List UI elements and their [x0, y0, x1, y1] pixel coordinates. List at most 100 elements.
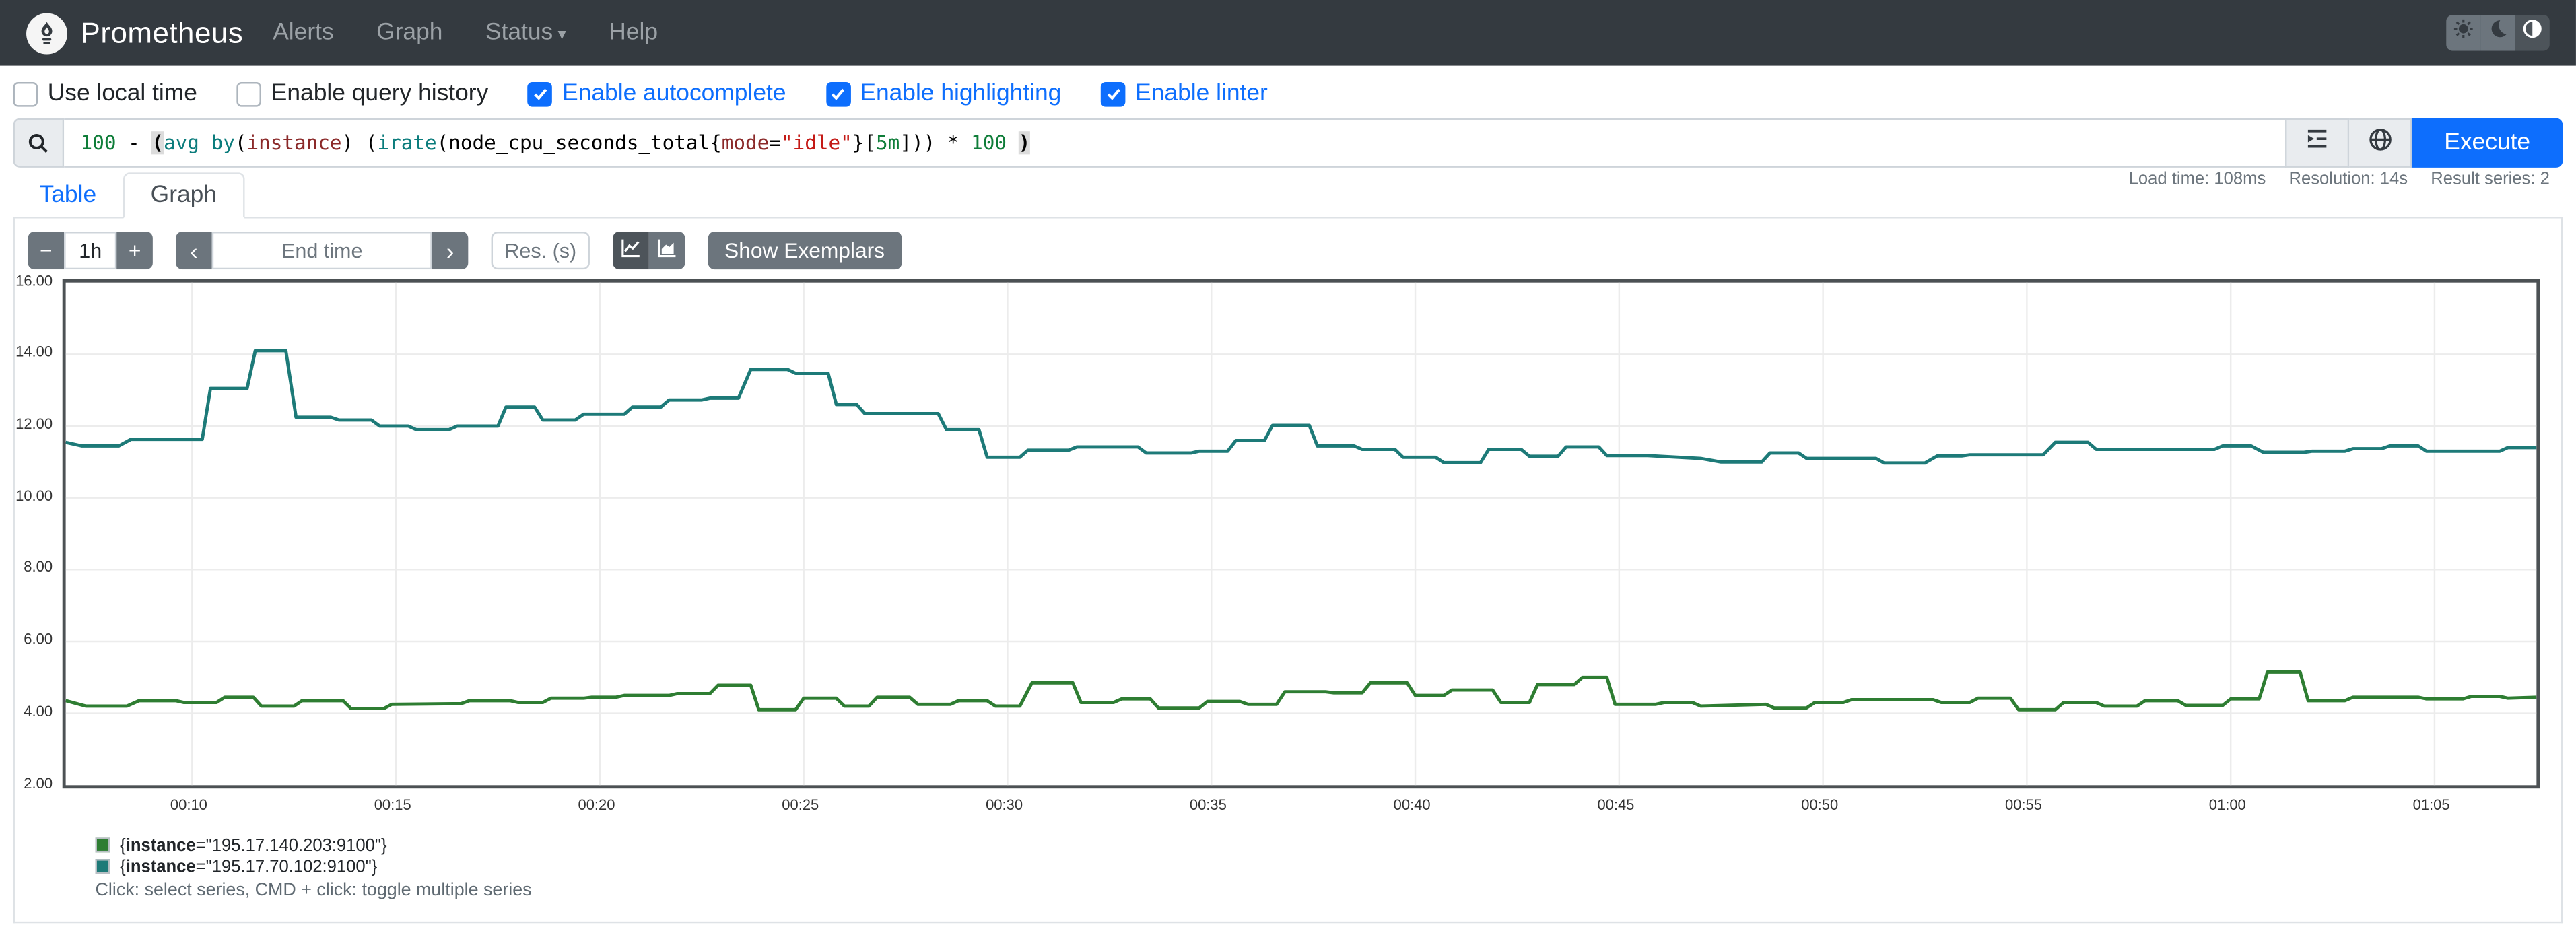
query-token: - [116, 131, 152, 155]
legend-item[interactable]: {instance="195.17.140.203:9100"} [95, 835, 387, 856]
y-tick-label: 10.00 [15, 487, 53, 504]
y-tick-label: 14.00 [15, 343, 53, 360]
prometheus-torch-icon [26, 12, 68, 54]
nav-item-graph[interactable]: Graph [376, 20, 442, 46]
option-enable-autocomplete[interactable]: Enable autocomplete [527, 81, 786, 107]
query-token: instance [246, 131, 342, 155]
nav-item-status[interactable]: Status ▾ [485, 20, 566, 46]
query-token: ( [151, 131, 164, 155]
series-line[interactable] [65, 349, 2537, 465]
prometheus-app: Prometheus Alerts Graph Status ▾ Help Use lo… [0, 0, 2576, 933]
brand[interactable]: Prometheus [26, 12, 244, 54]
checkbox-checked-icon[interactable] [825, 81, 850, 106]
query-token: [ [864, 131, 877, 155]
query-token: "idle" [780, 131, 852, 155]
sun-icon [2453, 18, 2474, 48]
query-token: by [211, 131, 235, 155]
x-tick-label: 01:05 [2412, 796, 2450, 813]
x-tick-label: 00:20 [578, 796, 615, 813]
moon-icon [2487, 18, 2509, 48]
query-token: = [769, 131, 781, 155]
x-tick-label: 00:10 [170, 796, 207, 813]
checkbox-unchecked-icon[interactable] [13, 81, 38, 106]
series-label: {instance="195.17.70.102:9100"} [120, 856, 378, 876]
y-tick-label: 8.00 [24, 559, 53, 576]
x-tick-label: 00:55 [2005, 796, 2042, 813]
graph-panel: − 1h + ‹ End time › Res. (s) Show Exempl… [13, 218, 2563, 924]
nav-links: Alerts Graph Status ▾ Help [273, 20, 658, 46]
x-tick-label: 00:30 [986, 796, 1023, 813]
legend-item[interactable]: {instance="195.17.70.102:9100"} [95, 856, 387, 877]
query-token: irate [377, 131, 437, 155]
x-tick-label: 01:00 [2208, 796, 2246, 813]
legend-hint: Click: select series, CMD + click: toggl… [95, 880, 532, 901]
format-expression-icon [2305, 127, 2330, 160]
option-enable-linter[interactable]: Enable linter [1100, 80, 1268, 107]
execute-button[interactable]: Execute [2411, 118, 2563, 168]
globe-icon [2367, 126, 2393, 160]
x-tick-label: 00:50 [1801, 796, 1839, 813]
query-token: node_cpu_seconds_total [448, 131, 710, 155]
options-row: Use local time Enable query history Enable… [13, 74, 1268, 114]
option-label: Enable highlighting [860, 80, 1062, 107]
query-token: ( [234, 131, 247, 155]
x-tick-label: 00:45 [1597, 796, 1635, 813]
x-tick-label: 00:25 [782, 796, 819, 813]
query-token [1007, 131, 1019, 154]
sun-theme-button[interactable] [2446, 14, 2481, 51]
query-token: ) ( [341, 131, 378, 155]
navbar: Prometheus Alerts Graph Status ▾ Help [0, 0, 2576, 66]
format-expression-button[interactable] [2286, 118, 2350, 168]
option-label: Enable linter [1135, 80, 1268, 107]
query-token: avg [164, 131, 199, 155]
query-token: 100 [971, 131, 1007, 155]
moon-theme-button[interactable] [2480, 14, 2515, 51]
series-swatch-icon [95, 859, 110, 874]
circle-half-theme-button[interactable] [2515, 14, 2550, 51]
chevron-down-icon: ▾ [557, 26, 566, 44]
query-token: ( [436, 131, 449, 155]
option-label: Enable query history [271, 80, 489, 107]
checkbox-checked-icon[interactable] [1100, 81, 1126, 106]
option-enable-query-history[interactable]: Enable query history [236, 80, 489, 107]
y-tick-label: 4.00 [24, 702, 53, 720]
query-token [199, 131, 211, 154]
y-tick-label: 2.00 [24, 774, 53, 791]
y-tick-label: 16.00 [15, 271, 53, 289]
x-tick-label: 00:15 [374, 796, 411, 813]
series-swatch-icon [95, 837, 110, 853]
query-bar: 100 - (avg by(instance) (irate(node_cpu_… [13, 118, 2563, 168]
y-tick-label: 6.00 [24, 631, 53, 648]
query-token: ) [1018, 131, 1031, 155]
legend: {instance="195.17.140.203:9100"} {instanc… [95, 835, 387, 877]
nav-item-help[interactable]: Help [609, 20, 658, 46]
brand-name: Prometheus [80, 15, 244, 48]
query-token: } [852, 131, 865, 155]
x-tick-label: 00:40 [1393, 796, 1431, 813]
series-line[interactable] [65, 670, 2537, 712]
chart: 16.00 14.00 12.00 10.00 8.00 6.00 4.00 2.00 00:… [15, 219, 2561, 922]
metrics-explorer-button[interactable] [2349, 118, 2412, 168]
checkbox-unchecked-icon[interactable] [236, 81, 262, 106]
query-token: 5m [876, 131, 900, 155]
query-token: 100 [80, 131, 116, 155]
query-expression-input[interactable]: 100 - (avg by(instance) (irate(node_cpu_… [64, 118, 2287, 168]
nav-item-alerts[interactable]: Alerts [273, 20, 333, 46]
tab-graph[interactable]: Graph [123, 172, 245, 219]
checkbox-checked-icon[interactable] [527, 81, 553, 106]
query-token: { [710, 131, 722, 155]
query-token: ])) * [900, 131, 972, 155]
panel-tabs: Table Graph [13, 171, 2563, 219]
option-label: Use local time [47, 80, 197, 107]
tab-table[interactable]: Table [13, 174, 123, 217]
option-enable-highlighting[interactable]: Enable highlighting [825, 81, 1061, 107]
query-token: mode [721, 131, 770, 155]
search-icon [13, 118, 65, 168]
y-tick-label: 12.00 [15, 415, 53, 432]
plot-area[interactable] [62, 279, 2540, 789]
x-tick-label: 00:35 [1189, 796, 1227, 813]
circle-half-icon [2521, 18, 2543, 48]
theme-toggle-group [2446, 14, 2550, 51]
series-label: {instance="195.17.140.203:9100"} [120, 835, 387, 856]
option-use-local-time[interactable]: Use local time [13, 81, 197, 107]
